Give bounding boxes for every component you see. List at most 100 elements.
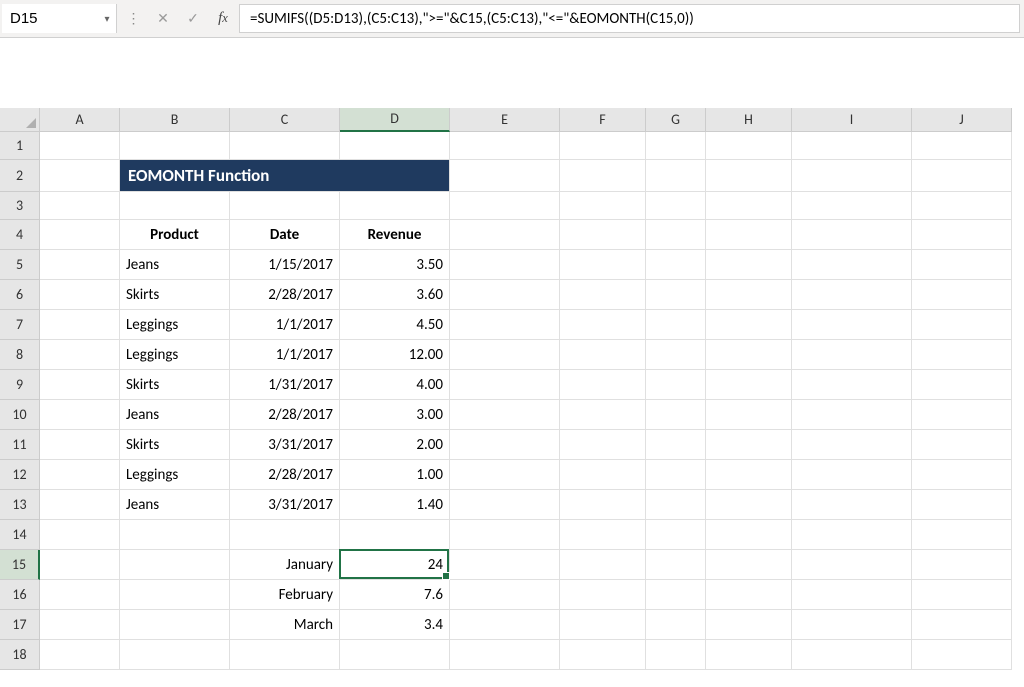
cell[interactable]: [912, 610, 1012, 640]
cell-date[interactable]: 1/1/2017: [230, 310, 340, 340]
cell[interactable]: [792, 640, 912, 670]
name-box[interactable]: [2, 4, 98, 33]
cell[interactable]: [912, 520, 1012, 550]
cell[interactable]: [40, 580, 120, 610]
cell[interactable]: [40, 280, 120, 310]
row-header[interactable]: 8: [0, 340, 40, 370]
cell[interactable]: [792, 250, 912, 280]
row-header[interactable]: 6: [0, 280, 40, 310]
cell[interactable]: [560, 310, 646, 340]
cell[interactable]: [706, 580, 792, 610]
cell[interactable]: [912, 550, 1012, 580]
cell-month[interactable]: January: [230, 550, 340, 580]
row-header[interactable]: 18: [0, 640, 40, 670]
cell[interactable]: [450, 580, 560, 610]
cell[interactable]: [560, 370, 646, 400]
cell[interactable]: [40, 550, 120, 580]
cell[interactable]: [912, 160, 1012, 192]
cell[interactable]: [40, 132, 120, 160]
cell-product[interactable]: Jeans: [120, 250, 230, 280]
cell[interactable]: [40, 220, 120, 250]
expand-icon[interactable]: ⋮: [123, 9, 143, 29]
cell[interactable]: [40, 400, 120, 430]
cell[interactable]: [912, 340, 1012, 370]
row-header[interactable]: 7: [0, 310, 40, 340]
cell[interactable]: [912, 460, 1012, 490]
cell[interactable]: [646, 132, 706, 160]
cell[interactable]: [792, 430, 912, 460]
cell[interactable]: [792, 520, 912, 550]
cell[interactable]: [450, 520, 560, 550]
cell[interactable]: [912, 132, 1012, 160]
cell[interactable]: [340, 640, 450, 670]
cell[interactable]: [706, 340, 792, 370]
cell[interactable]: [40, 610, 120, 640]
cell[interactable]: [450, 220, 560, 250]
cell[interactable]: [706, 310, 792, 340]
cell[interactable]: [560, 430, 646, 460]
row-header[interactable]: 14: [0, 520, 40, 550]
title-cell[interactable]: EOMONTH Function: [120, 160, 450, 192]
cell[interactable]: [706, 520, 792, 550]
cell[interactable]: [912, 370, 1012, 400]
cell[interactable]: [40, 310, 120, 340]
cell[interactable]: [450, 430, 560, 460]
cell[interactable]: [646, 370, 706, 400]
cell[interactable]: [560, 490, 646, 520]
cell[interactable]: [912, 400, 1012, 430]
cell[interactable]: [792, 192, 912, 220]
cell[interactable]: [450, 132, 560, 160]
select-all-triangle[interactable]: [0, 108, 40, 132]
cell[interactable]: [450, 490, 560, 520]
cell[interactable]: [560, 400, 646, 430]
row-header[interactable]: 11: [0, 430, 40, 460]
cell[interactable]: [450, 640, 560, 670]
cell[interactable]: [792, 460, 912, 490]
cell[interactable]: [340, 192, 450, 220]
row-header[interactable]: 10: [0, 400, 40, 430]
cell[interactable]: [646, 340, 706, 370]
cell[interactable]: [912, 430, 1012, 460]
column-header[interactable]: B: [120, 108, 230, 132]
cell[interactable]: [450, 192, 560, 220]
header-date[interactable]: Date: [230, 220, 340, 250]
cell[interactable]: [450, 280, 560, 310]
column-header[interactable]: A: [40, 108, 120, 132]
cell[interactable]: [340, 132, 450, 160]
cell-product[interactable]: Skirts: [120, 280, 230, 310]
cell-month[interactable]: February: [230, 580, 340, 610]
cell[interactable]: [450, 160, 560, 192]
row-header[interactable]: 5: [0, 250, 40, 280]
row-header[interactable]: 15: [0, 550, 40, 580]
cell[interactable]: [120, 610, 230, 640]
row-header[interactable]: 9: [0, 370, 40, 400]
cell[interactable]: [40, 490, 120, 520]
cell[interactable]: [340, 520, 450, 550]
row-header[interactable]: 13: [0, 490, 40, 520]
column-header[interactable]: G: [646, 108, 706, 132]
name-box-dropdown-icon[interactable]: ▾: [98, 12, 116, 25]
header-revenue[interactable]: Revenue: [340, 220, 450, 250]
cell[interactable]: [40, 160, 120, 192]
enter-icon[interactable]: ✓: [183, 9, 203, 29]
cell[interactable]: [912, 580, 1012, 610]
cell[interactable]: [120, 520, 230, 550]
cancel-icon[interactable]: ✕: [153, 9, 173, 29]
row-header[interactable]: 16: [0, 580, 40, 610]
cell[interactable]: [560, 610, 646, 640]
cell[interactable]: [646, 310, 706, 340]
row-header[interactable]: 4: [0, 220, 40, 250]
cell-revenue[interactable]: 3.60: [340, 280, 450, 310]
cell[interactable]: [560, 460, 646, 490]
cell-revenue[interactable]: 1.00: [340, 460, 450, 490]
column-header[interactable]: D: [340, 108, 450, 132]
column-header[interactable]: H: [706, 108, 792, 132]
cell[interactable]: [646, 430, 706, 460]
cell[interactable]: [706, 250, 792, 280]
cell[interactable]: [560, 550, 646, 580]
fx-icon[interactable]: fx: [213, 9, 233, 29]
cell[interactable]: [792, 160, 912, 192]
cell-product[interactable]: Jeans: [120, 400, 230, 430]
cell[interactable]: [40, 192, 120, 220]
cell-revenue[interactable]: 4.50: [340, 310, 450, 340]
